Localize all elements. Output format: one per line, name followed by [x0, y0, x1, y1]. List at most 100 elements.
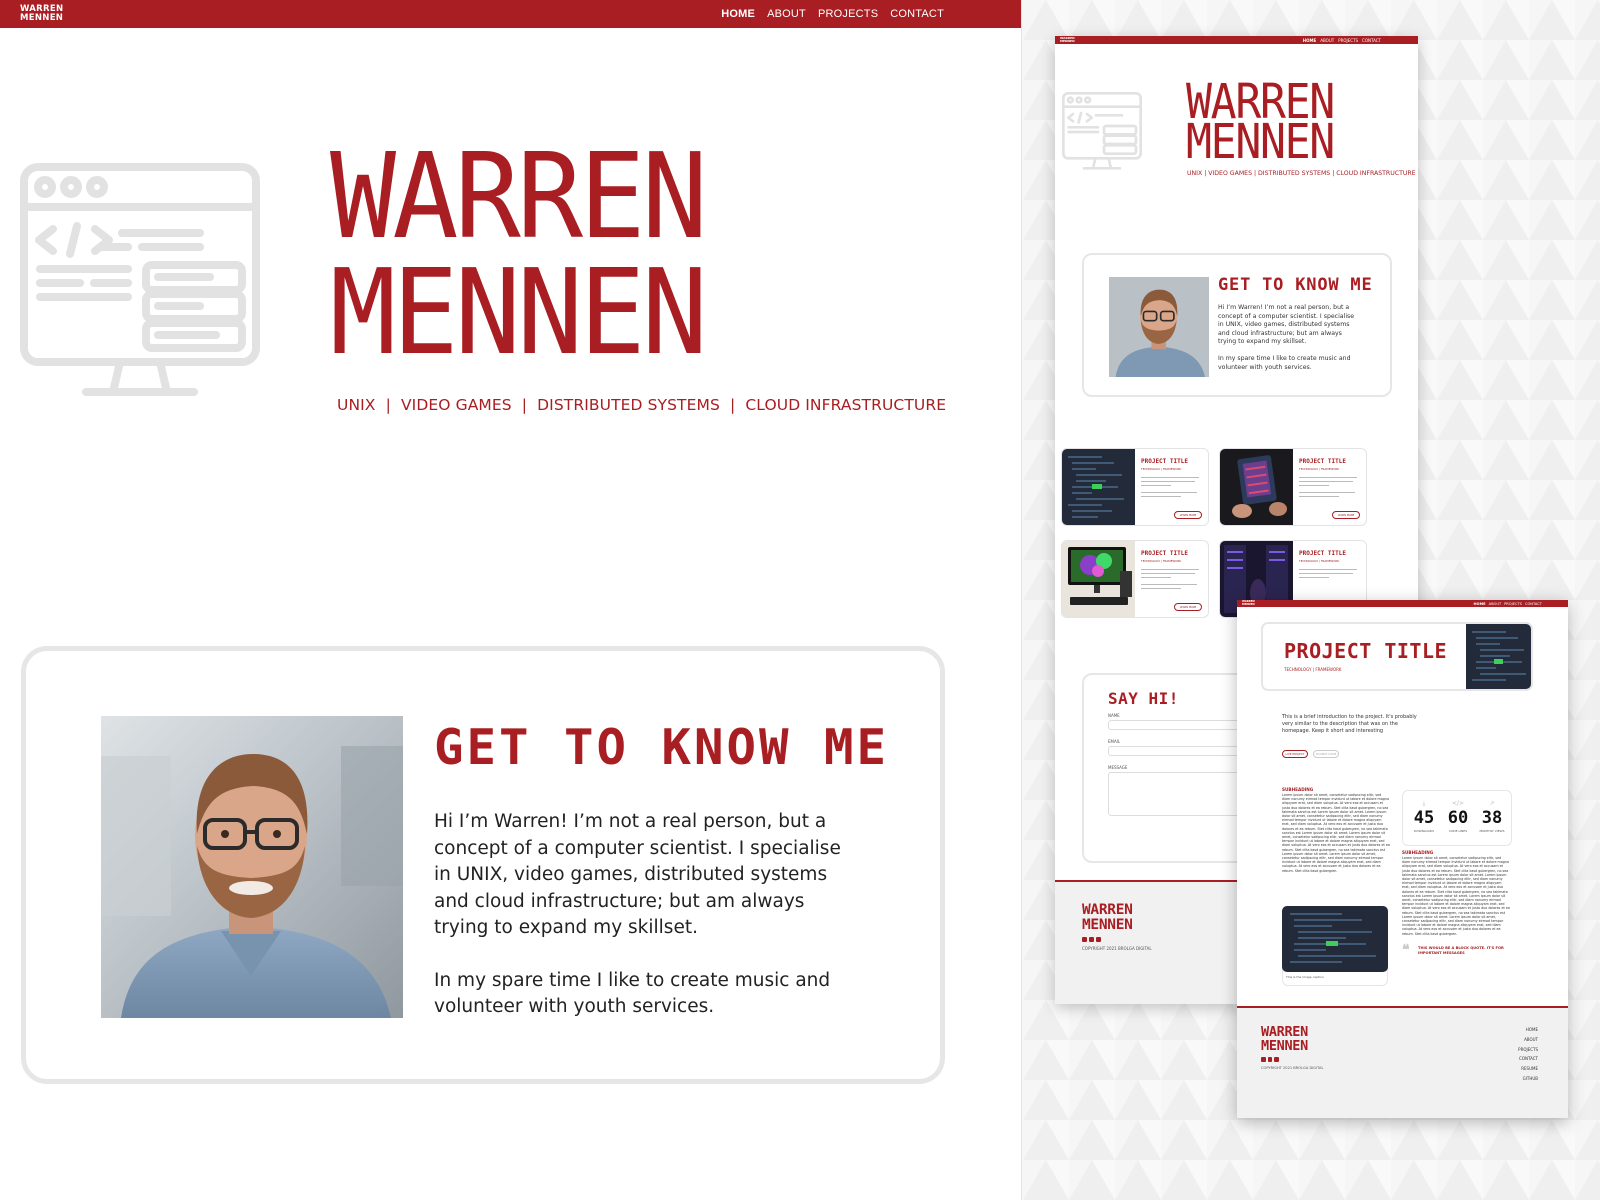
- linkedin-icon[interactable]: [1089, 937, 1094, 942]
- footer-link-projects[interactable]: PROJECTS: [1518, 1045, 1538, 1055]
- text-line: [1299, 481, 1353, 483]
- hero-name: WARREN MENNEN: [330, 137, 708, 381]
- mockup-project-subtitle-3: TECHNOLOGY | FRAMEWORK: [1141, 559, 1182, 563]
- nav-link-about[interactable]: ABOUT: [767, 8, 806, 20]
- homepage-desktop-view: WARREN MENNEN HOME ABOUT PROJECTS CONTAC…: [0, 0, 1022, 1200]
- nav-logo-line2: MENNEN: [20, 13, 64, 23]
- mockup-nav-contact[interactable]: CONTACT: [1362, 38, 1381, 43]
- code-screen-image: [1062, 449, 1135, 525]
- mockup-email-label: EMAIL: [1108, 739, 1121, 744]
- code-screen-image: [1282, 906, 1388, 972]
- top-navbar: WARREN MENNEN HOME ABOUT PROJECTS CONTAC…: [0, 0, 1021, 28]
- github-icon[interactable]: [1261, 1057, 1266, 1062]
- code-screen-image: [1466, 624, 1531, 689]
- hero-name-line2: MENNEN: [330, 243, 708, 381]
- code-icon: </>: [1451, 800, 1465, 807]
- footer-link-about[interactable]: ABOUT: [1518, 1035, 1538, 1045]
- mockup-footer-name-line2: MENNEN: [1082, 917, 1133, 933]
- project-page-mockup: WARREN MENNEN HOME ABOUT PROJECTS CONTAC…: [1237, 600, 1568, 1118]
- stat-code-lines: </> 60 CODE LINES: [1441, 799, 1475, 833]
- mockup-learn-more-button-1[interactable]: LEARN MORE: [1174, 511, 1202, 519]
- mockup-project-card-1[interactable]: PROJECT TITLE TECHNOLOGY | FRAMEWORK LEA…: [1061, 448, 1209, 526]
- mockup-project-card-2[interactable]: PROJECT TITLE TECHNOLOGY | FRAMEWORK LEA…: [1219, 448, 1367, 526]
- mockup-about-heading: GET TO KNOW ME: [1218, 275, 1373, 295]
- mockup-nav-logo[interactable]: WARREN MENNEN: [1060, 37, 1075, 43]
- text-line: [1299, 496, 1339, 498]
- nav-logo[interactable]: WARREN MENNEN: [20, 5, 63, 23]
- footer-link-resume[interactable]: RESUME: [1518, 1064, 1538, 1074]
- project-subheading-1: SUBHEADING: [1282, 787, 1314, 792]
- text-line: [1299, 485, 1329, 487]
- project-footer-copyright: COPYRIGHT 2021 BROLGA DIGITAL: [1261, 1066, 1324, 1070]
- footer-link-home[interactable]: HOME: [1518, 1025, 1538, 1035]
- project-footer-name: WARREN MENNEN: [1261, 1025, 1308, 1053]
- linkedin-icon[interactable]: [1267, 1057, 1272, 1062]
- mockup-name-label: NAME: [1108, 713, 1120, 718]
- mockup-message-label: MESSAGE: [1108, 765, 1128, 770]
- mockup-project-title-2: PROJECT TITLE: [1299, 458, 1346, 465]
- mockup-project-card-3[interactable]: PROJECT TITLE TECHNOLOGY | FRAMEWORK LEA…: [1061, 540, 1209, 618]
- mockup-nav-projects[interactable]: PROJECTS: [1338, 38, 1358, 43]
- mockup-nav-logo-line2: MENNEN: [1060, 39, 1075, 43]
- mockup-social-icons: [1082, 937, 1101, 942]
- mockup-learn-more-button-2[interactable]: LEARN MORE: [1332, 511, 1360, 519]
- text-line: [1141, 573, 1195, 575]
- live-project-button[interactable]: LIVE PROJECT: [1282, 750, 1308, 758]
- project-nav-home[interactable]: HOME: [1474, 602, 1486, 606]
- text-line: [1299, 577, 1329, 579]
- mockup-footer-name-line1: WARREN: [1082, 902, 1133, 918]
- project-nav-contact[interactable]: CONTACT: [1525, 602, 1542, 606]
- stat-monthly-views-label: MONTHLY VIEWS: [1479, 829, 1505, 833]
- twitter-icon[interactable]: [1096, 937, 1101, 942]
- mockup-footer-name: WARREN MENNEN: [1082, 903, 1133, 933]
- nav-link-home[interactable]: HOME: [721, 8, 755, 20]
- project-body-text-1: Lorem ipsum dolor sit amet, consetetur s…: [1282, 793, 1390, 873]
- stat-downloads-value: 45: [1413, 808, 1435, 828]
- about-text: Hi I’m Warren! I’m not a real person, bu…: [434, 809, 854, 1021]
- project-navbar: WARREN MENNEN HOME ABOUT PROJECTS CONTAC…: [1237, 600, 1568, 607]
- mockup-nav-home[interactable]: HOME: [1303, 38, 1316, 43]
- github-icon[interactable]: [1082, 937, 1087, 942]
- about-paragraph-2: In my spare time I like to create music …: [434, 969, 831, 1018]
- nav-links: HOME ABOUT PROJECTS CONTACT: [721, 0, 944, 28]
- mockup-footer-copyright: COPYRIGHT 2021 BROLGA DIGITAL: [1082, 946, 1152, 951]
- mockup-project-title-1: PROJECT TITLE: [1141, 458, 1188, 465]
- text-line: [1141, 577, 1171, 579]
- stat-downloads: ⤓ 45 DOWNLOADS: [1407, 799, 1441, 833]
- project-nav-logo[interactable]: WARREN MENNEN: [1242, 600, 1255, 606]
- project-footer-name-line2: MENNEN: [1261, 1038, 1308, 1054]
- text-line: [1141, 584, 1197, 586]
- stat-monthly-views-value: 38: [1481, 808, 1503, 828]
- mockup-about-card: GET TO KNOW ME Hi I’m Warren! I’m not a …: [1082, 253, 1392, 397]
- mockup-nav-about[interactable]: ABOUT: [1320, 38, 1334, 43]
- download-icon: ⤓: [1422, 800, 1426, 807]
- mockup-contact-heading: SAY HI!: [1108, 689, 1179, 708]
- gaming-pc-image: [1062, 541, 1135, 617]
- project-nav-projects[interactable]: PROJECTS: [1504, 602, 1522, 606]
- project-stats-card: ⤓ 45 DOWNLOADS </> 60 CODE LINES ↗ 38 MO…: [1402, 790, 1512, 846]
- source-code-button[interactable]: SOURCE CODE: [1313, 750, 1339, 758]
- text-line: [1141, 588, 1181, 590]
- mockup-navbar: WARREN MENNEN HOME ABOUT PROJECTS CONTAC…: [1055, 36, 1418, 44]
- project-footer-name-line1: WARREN: [1261, 1024, 1308, 1040]
- mockup-learn-more-button-3[interactable]: LEARN MORE: [1174, 603, 1202, 611]
- project-nav-about[interactable]: ABOUT: [1489, 602, 1502, 606]
- about-paragraph-1: Hi I’m Warren! I’m not a real person, bu…: [434, 811, 841, 938]
- footer-link-contact[interactable]: CONTACT: [1518, 1054, 1538, 1064]
- mockup-project-title-4: PROJECT TITLE: [1299, 550, 1346, 557]
- about-heading: GET TO KNOW ME: [434, 719, 890, 776]
- footer-link-github[interactable]: GITHUB: [1518, 1074, 1538, 1084]
- project-body-text-2: Lorem ipsum dolor sit amet, consetetur s…: [1402, 856, 1510, 936]
- twitter-icon[interactable]: [1274, 1057, 1279, 1062]
- stat-code-lines-label: CODE LINES: [1448, 829, 1468, 833]
- project-header-card: PROJECT TITLE TECHNOLOGY | FRAMEWORK: [1261, 622, 1533, 691]
- mockup-nav-links: HOME ABOUT PROJECTS CONTACT: [1303, 36, 1381, 44]
- nav-link-projects[interactable]: PROJECTS: [818, 8, 878, 20]
- project-intro-text: This is a brief introduction to the proj…: [1282, 714, 1417, 734]
- text-line: [1299, 492, 1355, 494]
- text-line: [1141, 477, 1199, 479]
- mockup-about-text: Hi I’m Warren! I’m not a real person, bu…: [1218, 304, 1358, 372]
- computer-code-icon: [20, 163, 260, 396]
- nav-link-contact[interactable]: CONTACT: [890, 8, 944, 20]
- mockup-project-subtitle-2: TECHNOLOGY | FRAMEWORK: [1299, 467, 1340, 471]
